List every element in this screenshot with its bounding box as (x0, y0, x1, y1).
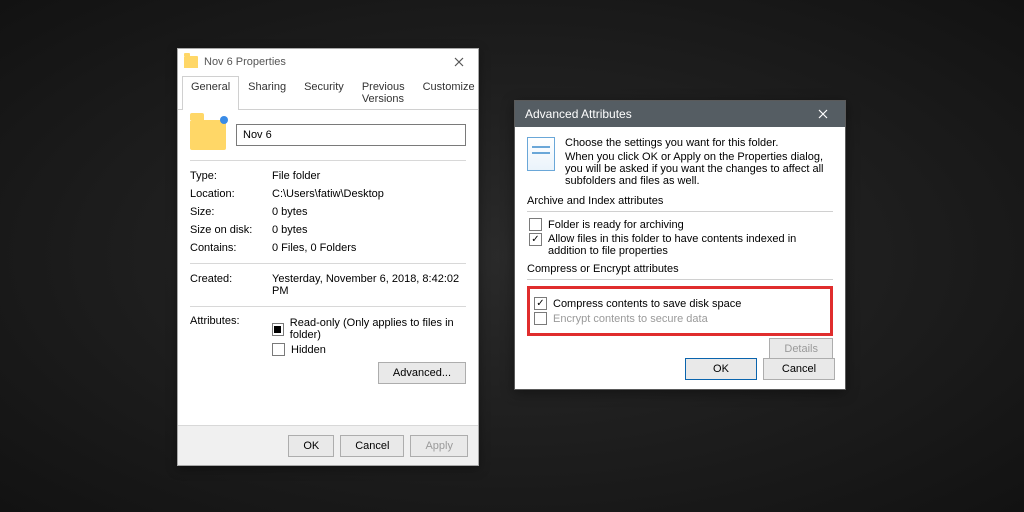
encrypt-label: Encrypt contents to secure data (553, 313, 708, 325)
separator (190, 160, 466, 161)
attributes-label: Attributes: (190, 315, 272, 327)
archive-label: Folder is ready for archiving (548, 219, 684, 231)
ok-button[interactable]: OK (685, 358, 757, 380)
tab-general[interactable]: General (182, 76, 239, 110)
document-icon (527, 137, 555, 171)
separator (190, 306, 466, 307)
tab-sharing[interactable]: Sharing (239, 76, 295, 110)
index-checkbox[interactable] (529, 233, 542, 246)
intro-line-2: When you click OK or Apply on the Proper… (565, 151, 833, 187)
folder-name-input[interactable] (236, 124, 466, 146)
properties-body: Type:File folder Location:C:\Users\fatiw… (178, 110, 478, 392)
cancel-button[interactable]: Cancel (763, 358, 835, 380)
intro-line-1: Choose the settings you want for this fo… (565, 137, 833, 149)
type-value: File folder (272, 170, 466, 182)
separator (527, 279, 833, 280)
advanced-titlebar: Advanced Attributes (515, 101, 845, 127)
advanced-footer: OK Cancel (515, 349, 845, 389)
index-label: Allow files in this folder to have conte… (548, 233, 833, 257)
hidden-checkbox[interactable] (272, 343, 285, 356)
size-value: 0 bytes (272, 206, 466, 218)
contains-label: Contains: (190, 242, 272, 254)
ok-button[interactable]: OK (288, 435, 334, 457)
cancel-button[interactable]: Cancel (340, 435, 404, 457)
compress-checkbox[interactable] (534, 297, 547, 310)
separator (527, 211, 833, 212)
properties-title: Nov 6 Properties (204, 56, 286, 68)
advanced-body: Choose the settings you want for this fo… (515, 127, 845, 368)
properties-footer: OK Cancel Apply (178, 425, 478, 465)
readonly-checkbox[interactable] (272, 323, 284, 336)
size-on-disk-value: 0 bytes (272, 224, 466, 236)
close-button[interactable] (805, 101, 841, 127)
properties-dialog: Nov 6 Properties General Sharing Securit… (177, 48, 479, 466)
close-button[interactable] (444, 52, 474, 72)
size-label: Size: (190, 206, 272, 218)
separator (190, 263, 466, 264)
contains-value: 0 Files, 0 Folders (272, 242, 466, 254)
compress-encrypt-group-title: Compress or Encrypt attributes (527, 263, 833, 275)
encrypt-checkbox[interactable] (534, 312, 547, 325)
archive-index-group-title: Archive and Index attributes (527, 195, 833, 207)
size-on-disk-label: Size on disk: (190, 224, 272, 236)
location-label: Location: (190, 188, 272, 200)
tab-security[interactable]: Security (295, 76, 353, 110)
hidden-label: Hidden (291, 344, 326, 356)
advanced-attributes-dialog: Advanced Attributes Choose the settings … (514, 100, 846, 390)
advanced-title: Advanced Attributes (525, 107, 632, 121)
created-label: Created: (190, 273, 272, 297)
properties-titlebar: Nov 6 Properties (178, 49, 478, 75)
tab-previous-versions[interactable]: Previous Versions (353, 76, 414, 110)
folder-icon (184, 56, 198, 68)
archive-checkbox[interactable] (529, 218, 542, 231)
advanced-button[interactable]: Advanced... (378, 362, 466, 384)
location-value: C:\Users\fatiw\Desktop (272, 188, 466, 200)
created-value: Yesterday, November 6, 2018, 8:42:02 PM (272, 273, 466, 297)
readonly-label: Read-only (Only applies to files in fold… (290, 317, 466, 341)
apply-button[interactable]: Apply (410, 435, 468, 457)
folder-large-icon (190, 120, 226, 150)
tab-bar: General Sharing Security Previous Versio… (178, 75, 478, 110)
compress-label: Compress contents to save disk space (553, 298, 741, 310)
type-label: Type: (190, 170, 272, 182)
highlight-box: Compress contents to save disk space Enc… (527, 286, 833, 336)
tab-customize[interactable]: Customize (414, 76, 484, 110)
